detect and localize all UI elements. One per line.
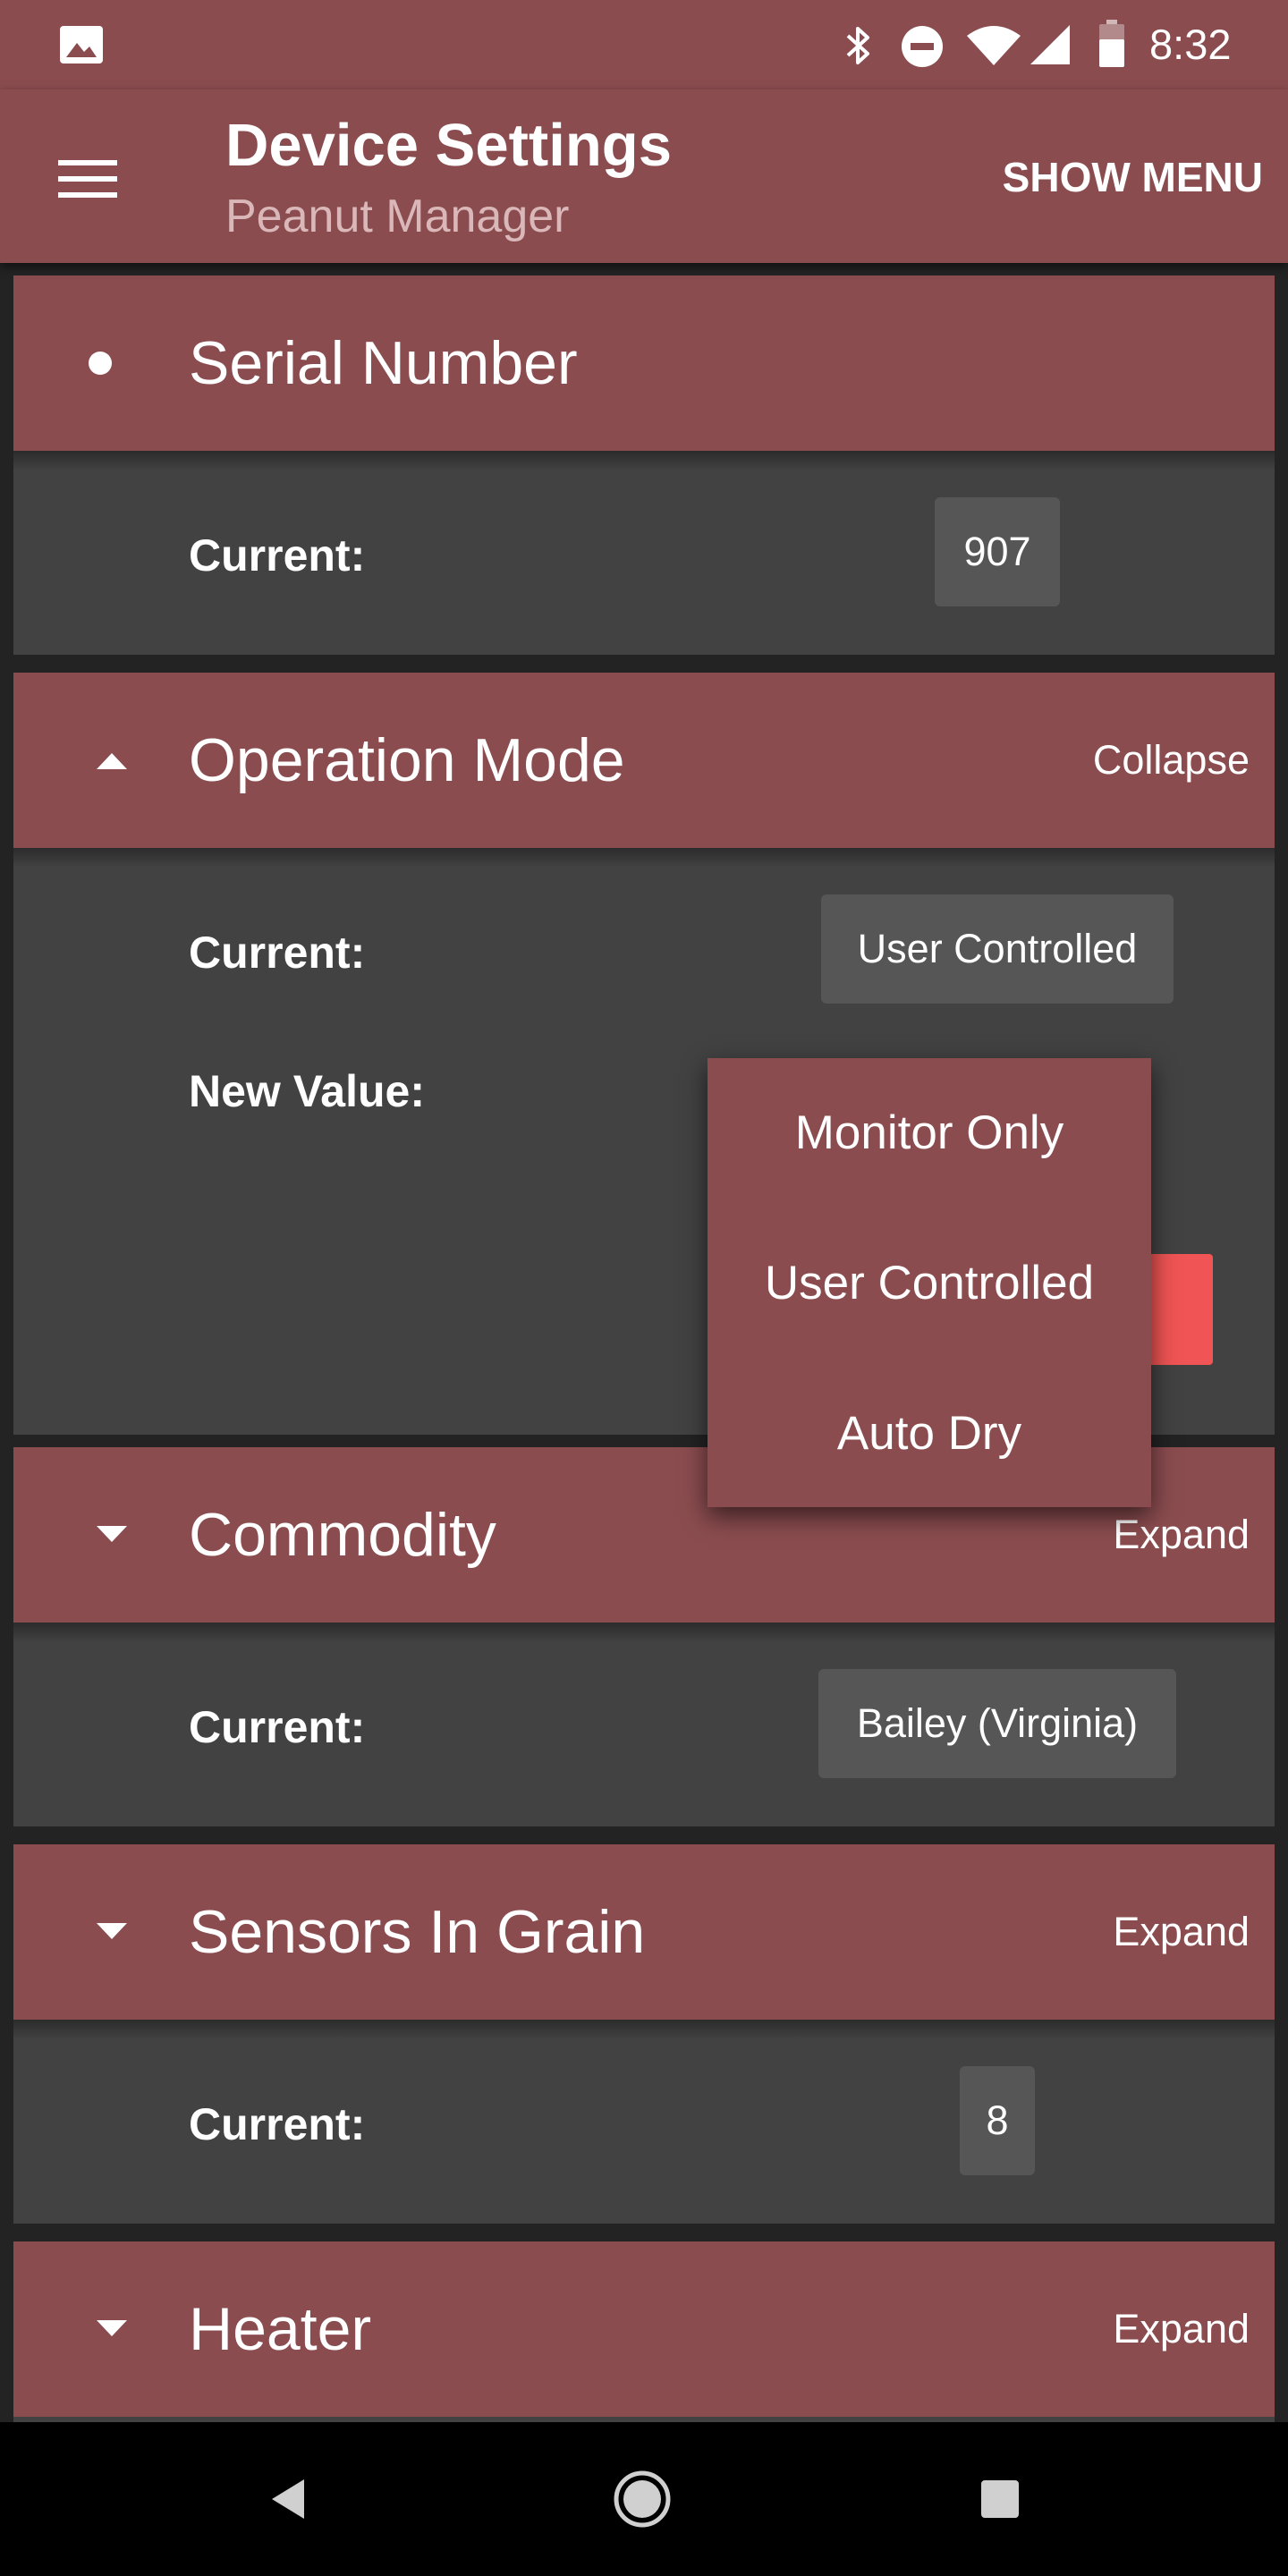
bullet-icon — [89, 352, 112, 375]
dropdown-option-monitor-only[interactable]: Monitor Only — [708, 1058, 1151, 1208]
chevron-up-icon — [97, 753, 127, 769]
current-label: Current: — [189, 530, 366, 580]
battery-icon — [1099, 20, 1124, 67]
section-title: Commodity — [189, 1501, 496, 1569]
app-bar: Device Settings Peanut Manager SHOW MENU — [0, 89, 1288, 263]
recents-icon — [981, 2480, 1019, 2518]
chevron-down-icon — [97, 1923, 127, 1939]
section-body-commodity: Current: Bailey (Virginia) — [13, 1623, 1275, 1826]
section-header-sensors-in-grain[interactable]: Sensors In Grain Expand — [13, 1844, 1275, 2020]
chevron-down-icon — [97, 1526, 127, 1542]
expand-button[interactable]: Expand — [1113, 1844, 1250, 2020]
do-not-disturb-icon — [902, 26, 943, 67]
current-value-chip: User Controlled — [821, 894, 1174, 1004]
current-value-chip: 8 — [960, 2066, 1035, 2175]
status-time: 8:32 — [1149, 21, 1232, 68]
signal-icon — [1030, 25, 1070, 64]
show-menu-button[interactable]: SHOW MENU — [1003, 134, 1263, 220]
section-title: Heater — [189, 2295, 372, 2363]
status-bar: 8:32 — [0, 0, 1288, 89]
section-header-heater[interactable]: Heater Expand — [13, 2241, 1275, 2417]
home-button[interactable] — [601, 2458, 683, 2540]
new-value-label: New Value: — [189, 1066, 425, 1116]
section-body-sensors-in-grain: Current: 8 — [13, 2020, 1275, 2224]
operation-mode-dropdown: Monitor Only User Controlled Auto Dry — [708, 1058, 1151, 1507]
collapse-button[interactable]: Collapse — [1093, 673, 1250, 848]
page-subtitle: Peanut Manager — [225, 191, 570, 242]
page-title: Device Settings — [225, 112, 672, 179]
section-header-operation-mode[interactable]: Operation Mode Collapse — [13, 673, 1275, 848]
section-body-serial-number: Current: 907 — [13, 451, 1275, 655]
section-title: Serial Number — [189, 329, 578, 397]
back-icon — [272, 2479, 304, 2519]
recents-button[interactable] — [959, 2458, 1041, 2540]
current-value-chip: 907 — [935, 497, 1060, 606]
current-label: Current: — [189, 1702, 366, 1752]
wifi-icon — [967, 26, 1021, 65]
chevron-down-icon — [97, 2320, 127, 2336]
dropdown-option-user-controlled[interactable]: User Controlled — [708, 1208, 1151, 1359]
hamburger-icon — [58, 160, 117, 198]
expand-button[interactable]: Expand — [1113, 2241, 1250, 2417]
section-title: Sensors In Grain — [189, 1898, 646, 1966]
section-header-serial-number: Serial Number — [13, 275, 1275, 451]
bluetooth-icon — [846, 27, 869, 64]
back-button[interactable] — [247, 2458, 329, 2540]
current-label: Current: — [189, 928, 366, 978]
navigation-bar — [0, 2422, 1288, 2576]
current-label: Current: — [189, 2099, 366, 2149]
hamburger-menu-button[interactable] — [45, 136, 131, 222]
dropdown-option-auto-dry[interactable]: Auto Dry — [708, 1359, 1151, 1509]
current-value-chip: Bailey (Virginia) — [818, 1669, 1176, 1778]
image-icon — [60, 26, 103, 64]
section-title: Operation Mode — [189, 726, 625, 794]
home-icon — [614, 2470, 671, 2528]
